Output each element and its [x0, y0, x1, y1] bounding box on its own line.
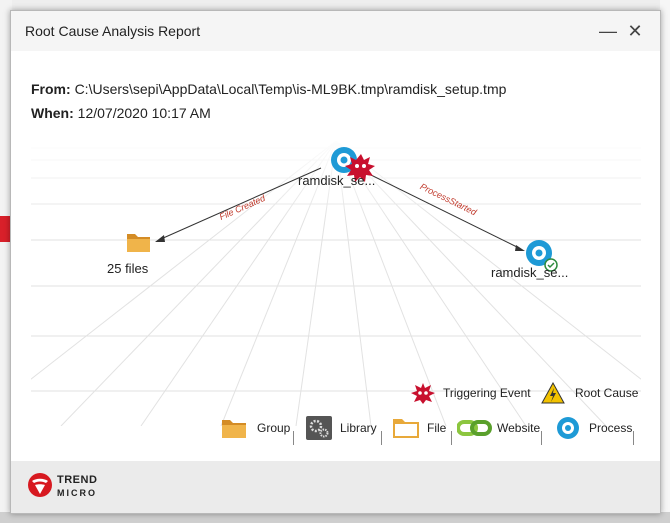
close-button[interactable]: ✕ — [622, 19, 648, 43]
dialog-footer: TREND MICRO — [11, 461, 660, 513]
root-cause-legend-icon — [541, 382, 565, 404]
file-legend-icon — [393, 419, 419, 438]
node-label-files[interactable]: 25 files — [107, 261, 148, 276]
legend-separator — [633, 431, 634, 445]
legend-separator — [293, 431, 294, 445]
trend-micro-logo-text: TREND MICRO — [57, 475, 97, 499]
legend-library: Library — [340, 421, 377, 435]
legend-process: Process — [589, 421, 633, 435]
title-bar: Root Cause Analysis Report — ✕ — [11, 11, 660, 51]
legend-group: Group — [257, 421, 291, 435]
legend-triggering-event: Triggering Event — [443, 386, 531, 400]
node-label-trigger[interactable]: ramdisk_se... — [298, 173, 375, 188]
node-label-root-cause[interactable]: ramdisk_se... — [491, 265, 568, 280]
legend-website: Website — [497, 421, 541, 435]
root-cause-dialog: Root Cause Analysis Report — ✕ From: C:\… — [10, 10, 661, 514]
group-legend-icon — [222, 420, 246, 438]
triggering-event-legend-icon — [411, 383, 435, 404]
minimize-button[interactable]: — — [595, 19, 621, 43]
logo-line-1: TREND — [57, 474, 98, 486]
from-path: C:\Users\sepi\AppData\Local\Temp\is-ML9B… — [74, 81, 507, 97]
legend-separator — [541, 431, 542, 445]
from-line: From: C:\Users\sepi\AppData\Local\Temp\i… — [31, 81, 506, 97]
when-line: When: 12/07/2020 10:17 AM — [31, 105, 211, 121]
trend-micro-logo-icon — [28, 473, 52, 497]
background-app-right — [660, 0, 670, 523]
legend-file: File — [427, 421, 447, 435]
dialog-title: Root Cause Analysis Report — [25, 23, 201, 39]
process-legend-icon — [557, 417, 579, 439]
when-timestamp: 12/07/2020 10:17 AM — [77, 105, 211, 121]
when-label: When: — [31, 105, 74, 121]
website-legend-icon — [457, 420, 492, 436]
legend-separator — [451, 431, 452, 445]
legend-separator — [381, 431, 382, 445]
legend-root-cause: Root Cause — [575, 386, 639, 400]
from-label: From: — [31, 81, 71, 97]
library-legend-icon — [306, 416, 332, 440]
background-app-top — [0, 0, 670, 10]
logo-line-2: MICRO — [57, 488, 97, 498]
